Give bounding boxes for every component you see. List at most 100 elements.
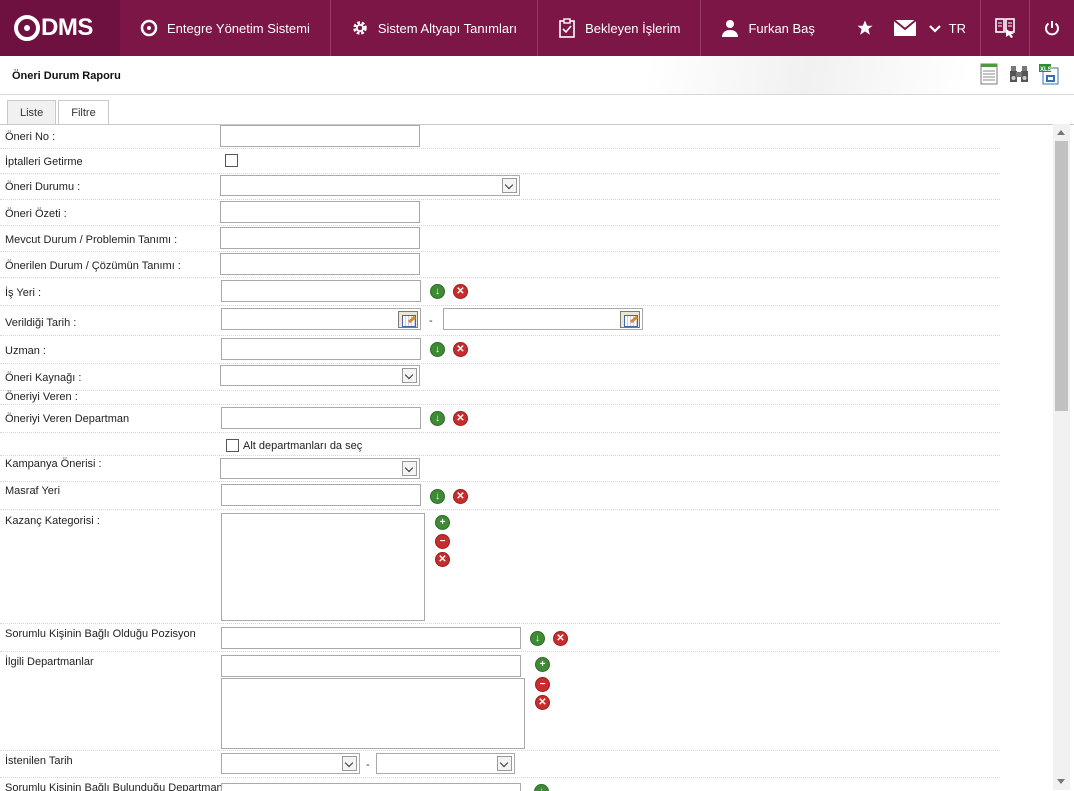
- row-oneri-kaynagi: Öneri Kaynağı :: [0, 364, 1000, 391]
- row-ilgili-departmanlar: İlgili Departmanlar + − ✕: [0, 652, 1000, 751]
- nav-item-bekleyen-islerim[interactable]: Bekleyen İşlerim: [538, 0, 702, 56]
- row-oneri-ozeti: Öneri Özeti :: [0, 200, 1000, 226]
- vertical-scrollbar[interactable]: [1053, 124, 1070, 790]
- label-oneri-ozeti: Öneri Özeti :: [5, 208, 67, 220]
- iptalleri-getirme-checkbox[interactable]: [225, 154, 238, 167]
- kampanya-onerisi-select[interactable]: [220, 458, 420, 479]
- clear-icon[interactable]: ✕: [553, 631, 568, 646]
- list-report-icon[interactable]: [978, 63, 1000, 85]
- mail-icon[interactable]: [885, 0, 925, 56]
- clear-icon[interactable]: ✕: [453, 342, 468, 357]
- page-header: Öneri Durum Raporu XLS: [0, 56, 1074, 95]
- clear-icon[interactable]: ✕: [453, 284, 468, 299]
- select-arrow-icon[interactable]: ↓: [534, 784, 549, 791]
- date-range-separator: -: [366, 759, 370, 771]
- date-range-separator: -: [429, 315, 433, 327]
- uzman-input[interactable]: [221, 338, 421, 360]
- row-kampanya-onerisi: Kampanya Önerisi :: [0, 456, 1000, 482]
- calendar-icon[interactable]: [398, 311, 418, 328]
- onerilen-durum-input[interactable]: [220, 253, 420, 275]
- oneri-durumu-select[interactable]: [220, 175, 520, 196]
- kazanc-kategorisi-listbox[interactable]: [221, 513, 425, 621]
- language-selector[interactable]: TR: [925, 21, 980, 36]
- label-mevcut-durum: Mevcut Durum / Problemin Tanımı :: [5, 234, 178, 246]
- alt-departmanlar-checkbox[interactable]: [226, 439, 239, 452]
- clipboard-icon: [558, 18, 576, 38]
- row-mevcut-durum: Mevcut Durum / Problemin Tanımı :: [0, 226, 1000, 252]
- page-title: Öneri Durum Raporu: [12, 70, 121, 82]
- chevron-down-icon: [342, 756, 357, 771]
- nav-item-label: Sistem Altyapı Tanımları: [377, 20, 518, 36]
- label-iptalleri-getirme: İptalleri Getirme: [5, 156, 83, 168]
- excel-export-icon[interactable]: XLS: [1038, 63, 1060, 85]
- oneri-ozeti-input[interactable]: [220, 201, 420, 223]
- ilgili-departmanlar-input[interactable]: [221, 655, 521, 677]
- remove-icon[interactable]: −: [435, 534, 450, 549]
- book-pointer-icon[interactable]: [981, 0, 1029, 56]
- tab-bar: Liste Filtre: [7, 100, 111, 125]
- select-arrow-icon[interactable]: ↓: [430, 342, 445, 357]
- add-icon[interactable]: +: [435, 515, 450, 530]
- select-arrow-icon[interactable]: ↓: [430, 411, 445, 426]
- label-sorumlu-departman: Sorumlu Kişinin Bağlı Bulunduğu Departma…: [5, 782, 223, 791]
- oneriyi-veren-departman-input[interactable]: [221, 407, 421, 429]
- select-arrow-icon[interactable]: ↓: [430, 489, 445, 504]
- sorumlu-pozisyon-input[interactable]: [221, 627, 521, 649]
- clear-icon[interactable]: ✕: [453, 411, 468, 426]
- mevcut-durum-input[interactable]: [220, 227, 420, 249]
- nav-item-entegre[interactable]: Entegre Yönetim Sistemi: [120, 0, 331, 56]
- istenilen-tarih-start-select[interactable]: [221, 753, 360, 774]
- nav-item-user[interactable]: Furkan Baş: [701, 0, 834, 56]
- label-sorumlu-pozisyon: Sorumlu Kişinin Bağlı Olduğu Pozisyon: [5, 628, 196, 640]
- oneri-no-input[interactable]: [220, 125, 420, 147]
- row-alt-departmanlar: Alt departmanları da seç: [0, 433, 1000, 456]
- label-oneriyi-veren: Öneriyi Veren :: [5, 391, 78, 403]
- label-ilgili-departmanlar: İlgili Departmanlar: [5, 656, 94, 668]
- label-kampanya-onerisi: Kampanya Önerisi :: [5, 458, 102, 470]
- label-oneri-no: Öneri No :: [5, 131, 56, 143]
- tab-filtre[interactable]: Filtre: [58, 100, 109, 125]
- calendar-icon[interactable]: [620, 311, 640, 328]
- row-masraf-yeri: Masraf Yeri ↓ ✕: [0, 482, 1000, 510]
- row-oneriyi-veren-departman: Öneriyi Veren Departman ↓ ✕: [0, 405, 1000, 433]
- sorumlu-departman-input[interactable]: [221, 783, 521, 791]
- masraf-yeri-input[interactable]: [221, 484, 421, 506]
- row-kazanc-kategorisi: Kazanç Kategorisi : + − ✕: [0, 510, 1000, 624]
- binoculars-icon[interactable]: [1008, 63, 1030, 85]
- scroll-up-icon[interactable]: [1057, 130, 1065, 135]
- oneri-kaynagi-select[interactable]: [220, 365, 420, 386]
- clear-icon[interactable]: ✕: [535, 695, 550, 710]
- is-yeri-input[interactable]: [221, 280, 421, 302]
- ilgili-departmanlar-listbox[interactable]: [221, 678, 525, 749]
- add-icon[interactable]: +: [535, 657, 550, 672]
- scrollbar-thumb[interactable]: [1055, 141, 1068, 411]
- row-oneri-durumu: Öneri Durumu :: [0, 174, 1000, 200]
- label-kazanc-kategorisi: Kazanç Kategorisi :: [5, 515, 100, 527]
- clear-icon[interactable]: ✕: [453, 489, 468, 504]
- scroll-down-icon[interactable]: [1057, 779, 1065, 784]
- nav-item-label: Bekleyen İşlerim: [585, 20, 681, 36]
- label-istenilen-tarih: İstenilen Tarih: [5, 755, 73, 767]
- star-icon[interactable]: [845, 0, 885, 56]
- nav-right-group: TR: [845, 0, 1074, 56]
- q-circle-icon: [140, 19, 158, 37]
- power-icon[interactable]: [1030, 0, 1074, 56]
- row-is-yeri: İş Yeri : ↓ ✕: [0, 278, 1000, 306]
- toolbar: XLS: [978, 63, 1060, 85]
- tab-liste[interactable]: Liste: [7, 100, 57, 124]
- nav-item-sistem-altyapi[interactable]: Sistem Altyapı Tanımları: [331, 0, 539, 56]
- verildigi-tarih-start-input[interactable]: [221, 308, 421, 330]
- remove-icon[interactable]: −: [535, 677, 550, 692]
- istenilen-tarih-end-select[interactable]: [376, 753, 515, 774]
- row-sorumlu-departman: Sorumlu Kişinin Bağlı Bulunduğu Departma…: [0, 778, 1000, 791]
- row-uzman: Uzman : ↓ ✕: [0, 336, 1000, 364]
- app-logo[interactable]: DMS: [0, 0, 120, 56]
- clear-icon[interactable]: ✕: [435, 552, 450, 567]
- label-onerilen-durum: Önerilen Durum / Çözümün Tanımı :: [5, 260, 181, 272]
- select-arrow-icon[interactable]: ↓: [430, 284, 445, 299]
- nav-item-label: Entegre Yönetim Sistemi: [167, 20, 310, 36]
- chevron-down-icon: [928, 21, 941, 36]
- select-arrow-icon[interactable]: ↓: [530, 631, 545, 646]
- gear-icon: [351, 19, 369, 37]
- verildigi-tarih-end-input[interactable]: [443, 308, 643, 330]
